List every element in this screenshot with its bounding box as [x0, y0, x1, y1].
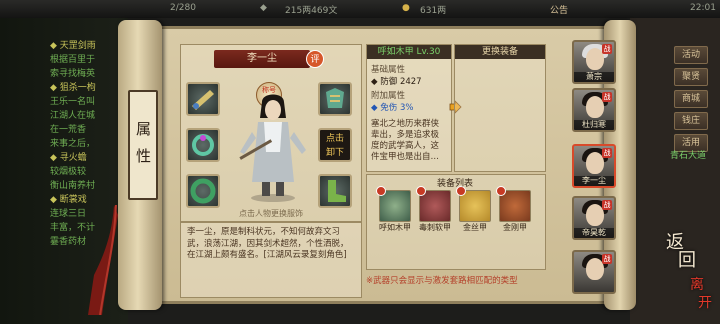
equipped-marker: [376, 186, 386, 196]
portrait-name: 萧宗: [574, 72, 614, 82]
character-description: 李一尘，原是制科状元，不知何故弃文习武，浪荡江湖，因其剑术超然，个性洒脱，在江湖…: [180, 222, 362, 298]
equipped-marker: [456, 186, 466, 196]
change-costume-hint: 点击人物更换服饰: [239, 209, 303, 218]
equipped-marker: [496, 186, 506, 196]
slot-accessory[interactable]: [186, 128, 220, 162]
quest-line: ◆ 天罡剑雨: [50, 41, 96, 51]
top-status-bar: 2/280 ◆ 215两469文 ● 631两 公告 22:01: [0, 0, 720, 18]
quest-line: ◆ 狙杀一枸: [50, 83, 96, 93]
slot-ring[interactable]: [186, 174, 220, 208]
stat-3: 631两: [420, 6, 447, 16]
quest-line: 较烟极较: [50, 167, 87, 177]
character-name: 李一尘: [214, 50, 310, 68]
extra-attr-label: 附加属性: [371, 91, 406, 101]
slot-armor[interactable]: [318, 82, 352, 116]
battle-badge: 战: [602, 200, 612, 210]
stat-1: 2/280: [170, 3, 196, 13]
equipped-marker: [416, 186, 426, 196]
battle-badge: 战: [602, 148, 612, 158]
list-item-name: 金丝甲: [463, 223, 487, 232]
companion-portrait[interactable]: 战 杜归寒: [572, 88, 616, 132]
menu-button-bank[interactable]: 钱庄: [674, 112, 708, 130]
slot-weapon[interactable]: [186, 82, 220, 116]
base-attr-value: ◆ 防御 2427: [371, 77, 422, 87]
list-item[interactable]: 呼如木甲: [376, 186, 414, 240]
rank-badge[interactable]: 评: [306, 50, 324, 68]
menu-button-activity[interactable]: 活动: [674, 46, 708, 64]
quest-line: 索寻找梅英: [50, 69, 96, 79]
weapon-icon: [192, 90, 214, 110]
portrait-name: 杜归寒: [574, 120, 614, 130]
companion-portrait-selected[interactable]: 战 李一尘: [572, 144, 616, 188]
quest-line: 江湖人在城: [50, 111, 96, 121]
character-figure[interactable]: [236, 92, 310, 202]
equipment-detail: 呼如木甲 Lv.30 基础属性 ◆ 防御 2427 附加属性 ◆ 免伤 3% 塞…: [366, 44, 452, 172]
clock: 22:01: [690, 3, 716, 13]
tassel-ornament: [88, 205, 118, 315]
list-item[interactable]: 金刚甲: [496, 186, 534, 240]
extra-attr-value: ◆ 免伤 3%: [371, 103, 414, 113]
quest-line: 衡山南养村: [50, 181, 96, 191]
location-label: 青石大道: [670, 151, 707, 161]
change-equipment-title: 更换装备: [455, 45, 545, 59]
list-item[interactable]: 毒刺软甲: [416, 186, 454, 240]
boots-icon: [328, 180, 346, 202]
companion-portrait[interactable]: 战: [572, 250, 616, 294]
equipment-note: ※武器只会显示与激发套路相匹配的类型: [366, 276, 518, 286]
menu-button-shop[interactable]: 商城: [674, 90, 708, 108]
back-leave-button[interactable]: 返 回 离 开: [664, 232, 716, 312]
quest-line: 在一荒香: [50, 125, 87, 135]
jade-ring-icon: [190, 178, 216, 204]
base-attr-label: 基础属性: [371, 65, 406, 75]
list-item-name: 呼如木甲: [379, 223, 411, 232]
companion-portrait[interactable]: 战 帝昊乾: [572, 196, 616, 240]
list-item-name: 毒刺软甲: [419, 223, 451, 232]
quest-line: 根据百里于: [50, 55, 96, 65]
menu-button-recruit[interactable]: 聚贤: [674, 68, 708, 86]
portrait-name: 帝昊乾: [574, 228, 614, 238]
unequip-button[interactable]: 点击 卸下: [318, 128, 352, 162]
gold-icon: ●: [402, 3, 410, 13]
equipment-list-title: 装备列表: [436, 179, 473, 189]
battle-badge: 战: [602, 254, 612, 264]
equipment-title: 呼如木甲 Lv.30: [367, 45, 451, 59]
bracelet-icon: [192, 134, 214, 156]
tab-attributes[interactable]: 属性: [128, 90, 158, 200]
list-item-name: 金刚甲: [503, 223, 527, 232]
equipment-flavor-text: 塞北之地历来群侠辈出，多是追求极度的武学高人，这件宝甲也是出自…: [371, 119, 440, 162]
stat-2: 215两469文: [285, 6, 338, 16]
quest-line: 来事之后，: [50, 139, 96, 149]
slot-boots[interactable]: [318, 174, 352, 208]
notice-button[interactable]: 公告: [550, 3, 568, 16]
quest-line: 王乐一名叫: [50, 97, 96, 107]
armor-icon: [326, 88, 344, 108]
change-equipment-panel: 更换装备: [454, 44, 546, 172]
silver-icon: ◆: [260, 3, 267, 13]
battle-badge: 战: [602, 44, 612, 54]
portrait-name: 李一尘: [574, 176, 614, 186]
companion-portrait[interactable]: 战 萧宗: [572, 40, 616, 84]
battle-badge: 战: [602, 92, 612, 102]
quest-line: ◆ 寻火蟾: [50, 153, 87, 163]
list-item[interactable]: 金丝甲: [456, 186, 494, 240]
